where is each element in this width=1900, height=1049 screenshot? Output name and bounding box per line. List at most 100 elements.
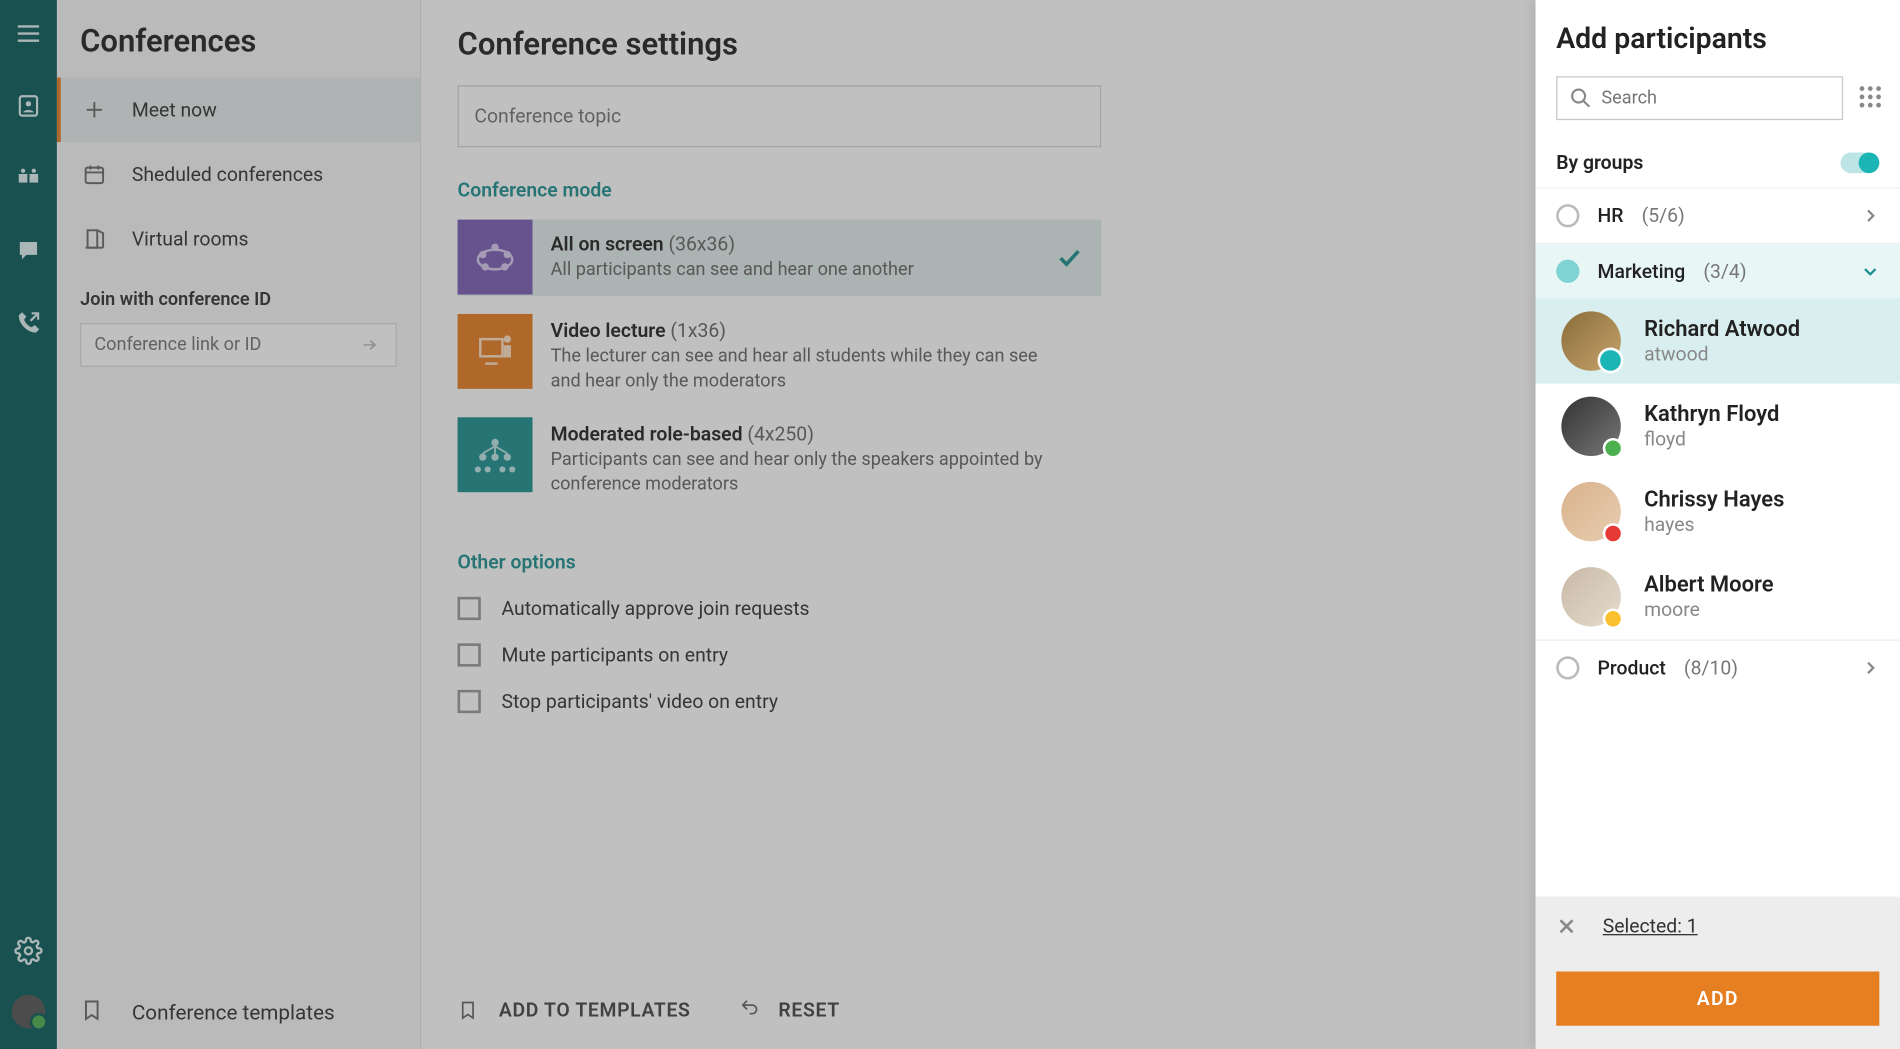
member-handle: floyd [1644,428,1779,451]
member-kathryn-floyd[interactable]: Kathryn Floyd floyd [1536,384,1900,469]
check-icon [1055,243,1083,271]
bookmark-icon [458,997,484,1023]
member-name: Chrissy Hayes [1644,487,1784,513]
by-groups-toggle[interactable] [1841,152,1880,173]
arrow-right-icon[interactable] [357,336,383,354]
member-name: Richard Atwood [1644,317,1800,343]
mode-desc: All participants can see and hear one an… [551,258,1052,282]
opt-label: Mute participants on entry [501,644,728,667]
call-icon[interactable] [10,305,46,341]
add-to-templates-button[interactable]: ADD TO TEMPLATES [458,997,691,1023]
group-name: Product [1598,656,1666,679]
door-icon [80,225,108,253]
group-radio [1556,656,1579,679]
group-name: Marketing [1598,260,1686,283]
group-marketing[interactable]: Marketing (3/4) [1536,243,1900,299]
nav-label: Meet now [132,98,217,121]
add-participants-panel: Add participants By groups HR (5/6) Mark… [1536,0,1900,1049]
undo-icon [737,997,763,1023]
bookmark-icon [80,997,108,1025]
member-chrissy-hayes[interactable]: Chrissy Hayes hayes [1536,469,1900,554]
contacts-icon[interactable] [10,88,46,124]
member-name: Albert Moore [1644,572,1773,598]
selection-bar: Selected: 1 [1536,897,1900,956]
sidebar: Conferences Meet now Sheduled conference… [57,0,421,1049]
panel-title: Add participants [1556,23,1879,55]
nav-meet-now[interactable]: Meet now [57,78,420,143]
mode-title: All on screen [551,233,664,256]
member-avatar [1561,311,1620,370]
menu-icon[interactable] [10,16,46,52]
member-richard-atwood[interactable]: Richard Atwood atwood [1536,298,1900,383]
mode-dims: (36x36) [668,233,735,256]
checkbox-icon [458,597,481,620]
mode-dims: (4x250) [747,422,814,445]
member-handle: atwood [1644,342,1800,365]
search-input[interactable] [1594,88,1832,109]
mode-thumb-icon [458,220,533,295]
conferences-icon[interactable] [10,160,46,196]
join-input[interactable] [94,335,356,356]
group-radio [1556,204,1579,227]
dialpad-icon[interactable] [1856,83,1884,114]
group-count: (5/6) [1642,204,1685,227]
mode-desc: Participants can see and hear only the s… [551,448,1052,497]
mode-video-lecture[interactable]: Video lecture (1x36) The lecturer can se… [458,314,1102,399]
chevron-down-icon [1861,262,1879,280]
chevron-right-icon [1861,659,1879,677]
mode-title: Video lecture [551,319,666,342]
opt-label: Stop participants' video on entry [501,690,778,713]
templates-label: Conference templates [132,999,335,1024]
member-handle: hayes [1644,513,1784,536]
sidebar-title: Conferences [57,0,420,78]
group-count: (3/4) [1703,260,1746,283]
nav-scheduled[interactable]: Sheduled conferences [57,142,420,207]
mode-thumb-icon [458,314,533,389]
add-button[interactable]: ADD [1556,971,1879,1025]
mode-all-on-screen[interactable]: All on screen (36x36) All participants c… [458,220,1102,296]
member-name: Kathryn Floyd [1644,402,1779,428]
plus-icon [80,96,108,124]
checkbox-icon [458,644,481,667]
gear-icon[interactable] [10,933,46,969]
join-input-row [80,323,397,367]
user-avatar[interactable] [12,995,46,1029]
join-label: Join with conference ID [80,289,397,310]
add-templates-label: ADD TO TEMPLATES [499,999,691,1022]
by-groups-label: By groups [1556,151,1643,174]
clear-selection-icon[interactable] [1556,916,1577,937]
nav-label: Sheduled conferences [132,163,323,186]
selected-count-label[interactable]: Selected: 1 [1603,915,1698,938]
member-avatar [1561,567,1620,626]
calendar-icon [80,160,108,188]
member-albert-moore[interactable]: Albert Moore moore [1536,554,1900,639]
groups-list: HR (5/6) Marketing (3/4) Richard Atwood … [1536,187,1900,896]
group-name: HR [1598,204,1624,227]
reset-button[interactable]: RESET [737,997,840,1023]
chevron-right-icon [1861,207,1879,225]
group-radio [1556,260,1579,283]
group-count: (8/10) [1684,656,1738,679]
conference-topic-input[interactable] [458,85,1102,147]
reset-label: RESET [778,999,839,1022]
nav-virtual-rooms[interactable]: Virtual rooms [57,207,420,272]
join-section: Join with conference ID [57,271,420,385]
mode-dims: (1x36) [670,319,726,342]
mode-thumb-icon [458,417,533,492]
search-icon [1568,85,1594,111]
conference-templates-link[interactable]: Conference templates [57,974,420,1049]
group-hr[interactable]: HR (5/6) [1536,187,1900,243]
mode-moderated[interactable]: Moderated role-based (4x250) Participant… [458,417,1102,502]
group-product[interactable]: Product (8/10) [1536,639,1900,695]
member-avatar [1561,397,1620,456]
member-avatar [1561,482,1620,541]
checkbox-icon [458,690,481,713]
sidebar-nav: Meet now Sheduled conferences Virtual ro… [57,78,420,272]
opt-label: Automatically approve join requests [501,597,809,620]
mode-desc: The lecturer can see and hear all studen… [551,345,1052,394]
chat-icon[interactable] [10,233,46,269]
search-field-wrap [1556,76,1843,120]
member-handle: moore [1644,598,1773,621]
by-groups-row: By groups [1536,141,1900,188]
nav-label: Virtual rooms [132,227,249,250]
